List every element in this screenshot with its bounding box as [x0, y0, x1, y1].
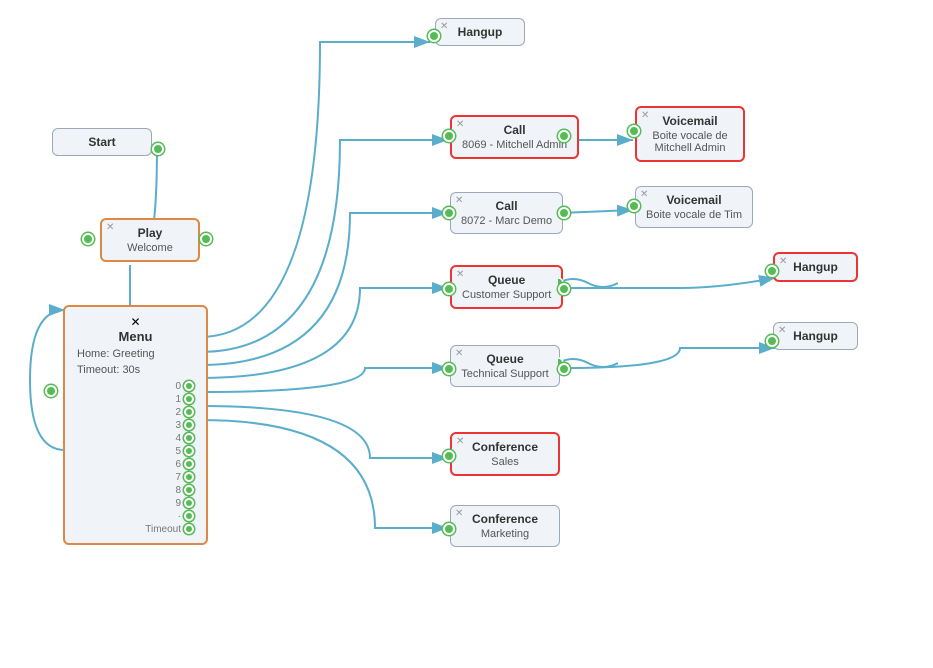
menu-port-2[interactable] [184, 407, 194, 417]
voicemail2-node[interactable]: ✕ Voicemail Boite vocale de Tim [635, 186, 753, 228]
menu-port-3[interactable] [184, 420, 194, 430]
call1-in-port[interactable] [443, 130, 455, 142]
play-out-port[interactable] [200, 233, 212, 245]
play-title: Play [112, 226, 188, 240]
menu-port-dot[interactable] [184, 511, 194, 521]
menu-port-timeout[interactable] [184, 524, 194, 534]
call1-sub: 8069 - Mitchell Admin [462, 139, 567, 151]
hangup1-label: Hangup [446, 25, 514, 39]
conf2-title: Conference [461, 512, 549, 526]
queue2-out-port[interactable] [558, 363, 570, 375]
menu-node[interactable]: ✕ Menu Home: Greeting Timeout: 30s 0 1 2… [63, 305, 208, 545]
menu-port-0[interactable] [184, 381, 194, 391]
menu-timeout: Timeout: 30s [77, 364, 194, 376]
call2-title: Call [461, 199, 552, 213]
queue1-node[interactable]: ✕ Queue Customer Support [450, 265, 563, 309]
voicemail2-in-port[interactable] [628, 200, 640, 212]
play-in-port[interactable] [82, 233, 94, 245]
conf1-node[interactable]: ✕ Conference Sales [450, 432, 560, 476]
queue1-title: Queue [462, 273, 551, 287]
play-sub: Welcome [112, 242, 188, 254]
conf1-in-port[interactable] [443, 450, 455, 462]
voicemail1-in-port[interactable] [628, 125, 640, 137]
menu-port-5[interactable] [184, 446, 194, 456]
play-node[interactable]: ✕ Play Welcome [100, 218, 200, 262]
hangup2-label: Hangup [785, 260, 846, 274]
hangup2-close-icon[interactable]: ✕ [779, 256, 787, 267]
menu-port-7[interactable] [184, 472, 194, 482]
menu-in-port[interactable] [45, 385, 57, 397]
voicemail1-sub: Boite vocale deMitchell Admin [647, 130, 733, 154]
call1-close-icon[interactable]: ✕ [456, 119, 464, 130]
queue2-title: Queue [461, 352, 549, 366]
conf2-node[interactable]: ✕ Conference Marketing [450, 505, 560, 547]
menu-home: Home: Greeting [77, 348, 194, 360]
menu-port-8[interactable] [184, 485, 194, 495]
queue2-node[interactable]: ✕ Queue Technical Support [450, 345, 560, 387]
hangup1-node[interactable]: ✕ Hangup [435, 18, 525, 46]
conf1-close-icon[interactable]: ✕ [456, 436, 464, 447]
call2-node[interactable]: ✕ Call 8072 - Marc Demo [450, 192, 563, 234]
queue2-sub: Technical Support [461, 368, 549, 380]
queue1-out-port[interactable] [558, 283, 570, 295]
call2-close-icon[interactable]: ✕ [455, 195, 463, 206]
queue1-in-port[interactable] [443, 283, 455, 295]
queue2-in-port[interactable] [443, 363, 455, 375]
hangup3-in-port[interactable] [766, 335, 778, 347]
hangup1-in-port[interactable] [428, 30, 440, 42]
conf2-close-icon[interactable]: ✕ [455, 508, 463, 519]
menu-port-4[interactable] [184, 433, 194, 443]
start-out-port[interactable] [152, 143, 164, 155]
voicemail2-close-icon[interactable]: ✕ [640, 189, 648, 200]
hangup3-close-icon[interactable]: ✕ [778, 325, 786, 336]
queue1-close-icon[interactable]: ✕ [456, 269, 464, 280]
voicemail2-title: Voicemail [646, 193, 742, 207]
conf2-sub: Marketing [461, 528, 549, 540]
voicemail2-sub: Boite vocale de Tim [646, 209, 742, 221]
queue2-close-icon[interactable]: ✕ [455, 348, 463, 359]
conf1-title: Conference [462, 440, 548, 454]
voicemail1-close-icon[interactable]: ✕ [641, 110, 649, 121]
voicemail1-node[interactable]: ✕ Voicemail Boite vocale deMitchell Admi… [635, 106, 745, 162]
conf2-in-port[interactable] [443, 523, 455, 535]
hangup2-node[interactable]: ✕ Hangup [773, 252, 858, 282]
voicemail1-title: Voicemail [647, 114, 733, 128]
queue1-sub: Customer Support [462, 289, 551, 301]
menu-close-icon[interactable]: ✕ [130, 315, 140, 329]
menu-port-9[interactable] [184, 498, 194, 508]
call2-in-port[interactable] [443, 207, 455, 219]
hangup1-close-icon[interactable]: ✕ [440, 21, 448, 32]
hangup3-node[interactable]: ✕ Hangup [773, 322, 858, 350]
conf1-sub: Sales [462, 456, 548, 468]
hangup2-in-port[interactable] [766, 265, 778, 277]
menu-port-1[interactable] [184, 394, 194, 404]
flow-canvas: Start ✕ Play Welcome ✕ Menu Home: Greeti… [0, 0, 933, 668]
menu-title: Menu [77, 329, 194, 344]
call1-out-port[interactable] [558, 130, 570, 142]
start-label: Start [88, 135, 115, 149]
play-close-icon[interactable]: ✕ [106, 222, 114, 233]
call2-out-port[interactable] [558, 207, 570, 219]
call2-sub: 8072 - Marc Demo [461, 215, 552, 227]
hangup3-label: Hangup [784, 329, 847, 343]
call1-title: Call [462, 123, 567, 137]
menu-port-6[interactable] [184, 459, 194, 469]
start-node[interactable]: Start [52, 128, 152, 156]
